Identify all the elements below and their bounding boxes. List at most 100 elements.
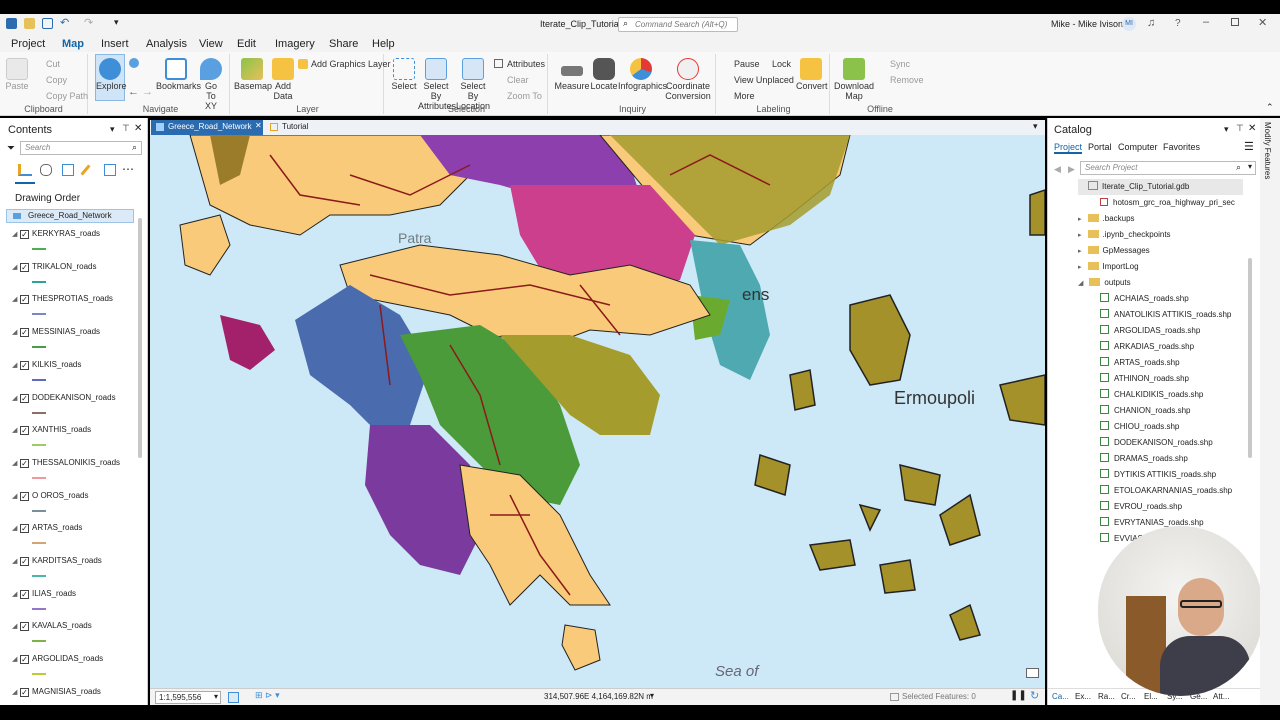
expand-arrow-icon[interactable]: ◢ — [12, 524, 17, 532]
contents-scrollbar[interactable] — [138, 218, 142, 458]
layer-item[interactable]: ◢ ✓ ARTAS_roads — [8, 520, 138, 553]
basemap-button[interactable]: Basemap — [234, 58, 272, 91]
back-icon[interactable]: ← — [128, 86, 139, 98]
layer-item[interactable]: ◢ ✓ KAVALAS_roads — [8, 618, 138, 651]
forward-icon[interactable]: → — [142, 86, 153, 98]
catalog-tab-project[interactable]: Project — [1054, 142, 1083, 154]
convert-button[interactable]: Convert — [796, 58, 828, 91]
paste-button[interactable]: Paste — [4, 58, 30, 91]
nav-tools-icon[interactable]: ⊞ ⊳ ▾ — [255, 690, 280, 701]
expand-arrow-icon[interactable]: ◢ — [12, 230, 17, 238]
gdb-node[interactable]: Iterate_Clip_Tutorial.gdb — [1078, 179, 1243, 195]
folder-item[interactable]: ▸ .ipynb_checkpoints — [1078, 227, 1171, 243]
scale-box[interactable]: 1:1,595,556 ▾ — [155, 691, 221, 704]
catalog-tab-favorites[interactable]: Favorites — [1163, 142, 1200, 152]
layer-visibility-checkbox[interactable]: ✓ — [20, 557, 29, 566]
open-icon[interactable] — [24, 18, 35, 29]
catalog-close-icon[interactable]: ✕ — [1248, 123, 1256, 134]
catalog-pin-icon[interactable]: ⊤ — [1236, 123, 1244, 134]
output-file-item[interactable]: CHANION_roads.shp — [1100, 403, 1190, 419]
list-by-drawing-order-icon[interactable] — [18, 164, 32, 176]
add-data-button[interactable]: Add Data — [270, 58, 296, 101]
close-icon[interactable]: ✕ — [1258, 16, 1267, 29]
gdb-child[interactable]: hotosm_grc_roa_highway_pri_sec — [1100, 195, 1235, 211]
bookmarks-button[interactable]: Bookmarks — [156, 58, 201, 91]
map-tab-greece[interactable]: Greece_Road_Network ✕ — [151, 120, 263, 135]
view-unplaced-button[interactable]: View Unplaced — [734, 75, 794, 85]
map-node[interactable]: Greece_Road_Network — [6, 209, 134, 223]
new-icon[interactable] — [42, 18, 53, 29]
output-file-item[interactable]: ATHINON_roads.shp — [1100, 371, 1189, 387]
layer-item[interactable]: ◢ ✓ ARGOLIDAS_roads — [8, 651, 138, 684]
layer-visibility-checkbox[interactable]: ✓ — [20, 491, 29, 501]
coord-units-icon[interactable]: ▾ — [650, 691, 654, 700]
pin-icon[interactable]: ⊤ — [122, 123, 130, 134]
layer-item[interactable]: ◢ ✓ KARDITSAS_roads — [8, 553, 138, 586]
expand-arrow-icon[interactable]: ◢ — [12, 263, 17, 271]
folder-item[interactable]: ◢ outputs — [1078, 275, 1131, 291]
list-by-selection-icon[interactable] — [62, 164, 74, 176]
layer-item[interactable]: ◢ ✓ THESSALONIKIS_roads — [8, 455, 138, 488]
cut-button[interactable]: Cut — [46, 59, 60, 69]
output-file-item[interactable]: ANATOLIKIS ATTIKIS_roads.shp — [1100, 307, 1231, 323]
filter-icon[interactable]: ⏷ — [7, 143, 15, 154]
output-file-item[interactable]: DRAMAS_roads.shp — [1100, 451, 1188, 467]
expand-arrow-icon[interactable]: ◢ — [12, 426, 17, 434]
map-tab-tutorial[interactable]: Tutorial — [268, 120, 338, 135]
zoom-to-button[interactable]: Zoom To — [507, 91, 542, 101]
modify-features-tab[interactable]: Modify Features — [1263, 122, 1272, 179]
output-file-item[interactable]: EVROU_roads.shp — [1100, 499, 1182, 515]
expand-arrow-icon[interactable]: ◢ — [12, 655, 17, 663]
tab-view[interactable]: View — [190, 36, 232, 52]
layer-visibility-checkbox[interactable]: ✓ — [20, 589, 29, 599]
tab-project[interactable]: Project — [2, 36, 54, 52]
layer-item[interactable]: ◢ ✓ XANTHIS_roads — [8, 422, 138, 455]
output-file-item[interactable]: ARGOLIDAS_roads.shp — [1100, 323, 1200, 339]
expand-arrow-icon[interactable]: ◢ — [12, 590, 17, 598]
select-button[interactable]: Select — [390, 58, 418, 91]
locate-button[interactable]: Locate — [590, 58, 618, 91]
layer-item[interactable]: ◢ ✓ ILIAS_roads — [8, 586, 138, 619]
output-file-item[interactable]: DYTIKIS ATTIKIS_roads.shp — [1100, 467, 1216, 483]
layer-visibility-checkbox[interactable]: ✓ — [20, 426, 29, 436]
tab-list-icon[interactable]: ▾ — [1033, 121, 1038, 132]
catalog-options-icon[interactable]: ▾ — [1224, 124, 1229, 135]
list-by-editing-icon[interactable] — [80, 164, 91, 176]
folder-item[interactable]: ▸ .backups — [1078, 211, 1135, 227]
folder-item[interactable]: ▸ GpMessages — [1078, 243, 1150, 259]
tab-edit[interactable]: Edit — [228, 36, 265, 52]
pane-options-icon[interactable]: ▾ — [110, 124, 115, 135]
help-icon[interactable]: ? — [1175, 18, 1181, 29]
layer-item[interactable]: ◢ ✓ DODEKANISON_roads — [8, 390, 138, 423]
catalog-menu-icon[interactable]: ☰ — [1244, 140, 1254, 153]
catalog-tab-portal[interactable]: Portal — [1088, 142, 1112, 152]
output-file-item[interactable]: ARTAS_roads.shp — [1100, 355, 1180, 371]
close-pane-icon[interactable]: ✕ — [134, 123, 142, 134]
layer-visibility-checkbox[interactable]: ✓ — [20, 524, 29, 534]
expand-arrow-icon[interactable]: ◢ — [12, 361, 17, 369]
catalog-bottom-tab[interactable]: Ca... — [1052, 692, 1069, 701]
output-file-item[interactable]: ARKADIAS_roads.shp — [1100, 339, 1194, 355]
attributes-button[interactable]: Attributes — [507, 59, 545, 69]
map-toolbar-icon[interactable] — [1026, 668, 1039, 678]
clear-button[interactable]: Clear — [507, 75, 529, 85]
catalog-bottom-tab[interactable]: Ra... — [1098, 692, 1115, 701]
command-search[interactable]: ⌕ Command Search (Alt+Q) — [618, 17, 738, 32]
bell-icon[interactable]: ♫ — [1147, 17, 1155, 29]
layer-item[interactable]: ◢ ✓ THESPROTIAS_roads — [8, 291, 138, 324]
catalog-back-icon[interactable]: ◀ — [1054, 164, 1061, 175]
catalog-tab-computer[interactable]: Computer — [1118, 142, 1158, 152]
expand-arrow-icon[interactable]: ◢ — [12, 459, 17, 467]
tab-analysis[interactable]: Analysis — [137, 36, 196, 52]
minimize-icon[interactable]: – — [1203, 16, 1209, 28]
folder-item[interactable]: ▸ ImportLog — [1078, 259, 1139, 275]
measure-button[interactable]: Measure — [554, 58, 590, 91]
pause-button[interactable]: Pause — [734, 59, 760, 69]
redo-icon[interactable]: ↷ — [84, 16, 93, 29]
more-options-icon[interactable]: ⋯ — [122, 162, 134, 176]
layer-item[interactable]: ◢ ✓ TRIKALON_roads — [8, 259, 138, 292]
layer-item[interactable]: ◢ ✓ KILKIS_roads — [8, 357, 138, 390]
expand-arrow-icon[interactable]: ◢ — [12, 394, 17, 402]
output-file-item[interactable]: DODEKANISON_roads.shp — [1100, 435, 1213, 451]
output-file-item[interactable]: CHALKIDIKIS_roads.shp — [1100, 387, 1203, 403]
